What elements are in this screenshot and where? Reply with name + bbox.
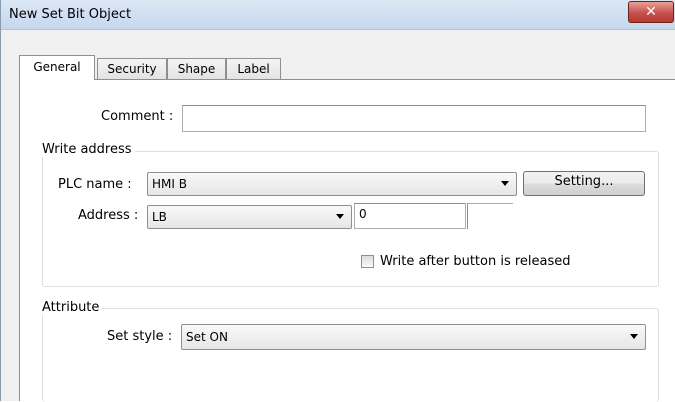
setting-button-label: Setting... — [554, 174, 614, 189]
address-value-input[interactable]: 0 — [354, 203, 466, 229]
tab-label-label: Label — [237, 62, 270, 76]
address-label: Address : — [78, 208, 139, 223]
tab-shape[interactable]: Shape — [167, 58, 226, 80]
tab-security[interactable]: Security — [97, 58, 167, 80]
window-title: New Set Bit Object — [9, 7, 132, 22]
tab-general-label: General — [33, 60, 81, 74]
general-tab-panel: Comment : Write address PLC name : HMI B… — [19, 79, 675, 402]
set-style-value: Set ON — [186, 330, 228, 344]
tab-general[interactable]: General — [19, 55, 95, 80]
dialog-window: New Set Bit Object ✕ General Security Sh… — [0, 0, 675, 402]
set-style-label: Set style : — [107, 329, 173, 344]
plc-name-dropdown[interactable]: HMI B — [147, 172, 517, 196]
close-icon: ✕ — [645, 4, 657, 20]
chevron-down-icon — [501, 181, 509, 186]
comment-input[interactable] — [182, 105, 646, 132]
plc-name-label: PLC name : — [58, 177, 132, 192]
plc-name-value: HMI B — [152, 177, 187, 191]
write-after-release-checkbox[interactable] — [361, 255, 374, 268]
write-after-release-label: Write after button is released — [380, 254, 571, 269]
close-button[interactable]: ✕ — [628, 1, 674, 23]
tab-security-label: Security — [107, 62, 157, 76]
address-value: 0 — [359, 207, 367, 221]
tab-label[interactable]: Label — [226, 58, 281, 80]
address-spin-area[interactable] — [467, 203, 513, 229]
address-device-dropdown[interactable]: LB — [147, 205, 352, 229]
setting-button[interactable]: Setting... — [523, 171, 645, 196]
chevron-down-icon — [630, 334, 638, 339]
chevron-down-icon — [336, 214, 344, 219]
tab-shape-label: Shape — [177, 62, 216, 76]
address-device-value: LB — [152, 210, 167, 224]
write-address-title: Write address — [39, 142, 135, 157]
attribute-group — [42, 308, 659, 402]
title-bar[interactable]: New Set Bit Object ✕ — [1, 0, 675, 30]
comment-label: Comment : — [101, 109, 174, 124]
attribute-title: Attribute — [39, 300, 103, 315]
set-style-dropdown[interactable]: Set ON — [181, 324, 646, 350]
